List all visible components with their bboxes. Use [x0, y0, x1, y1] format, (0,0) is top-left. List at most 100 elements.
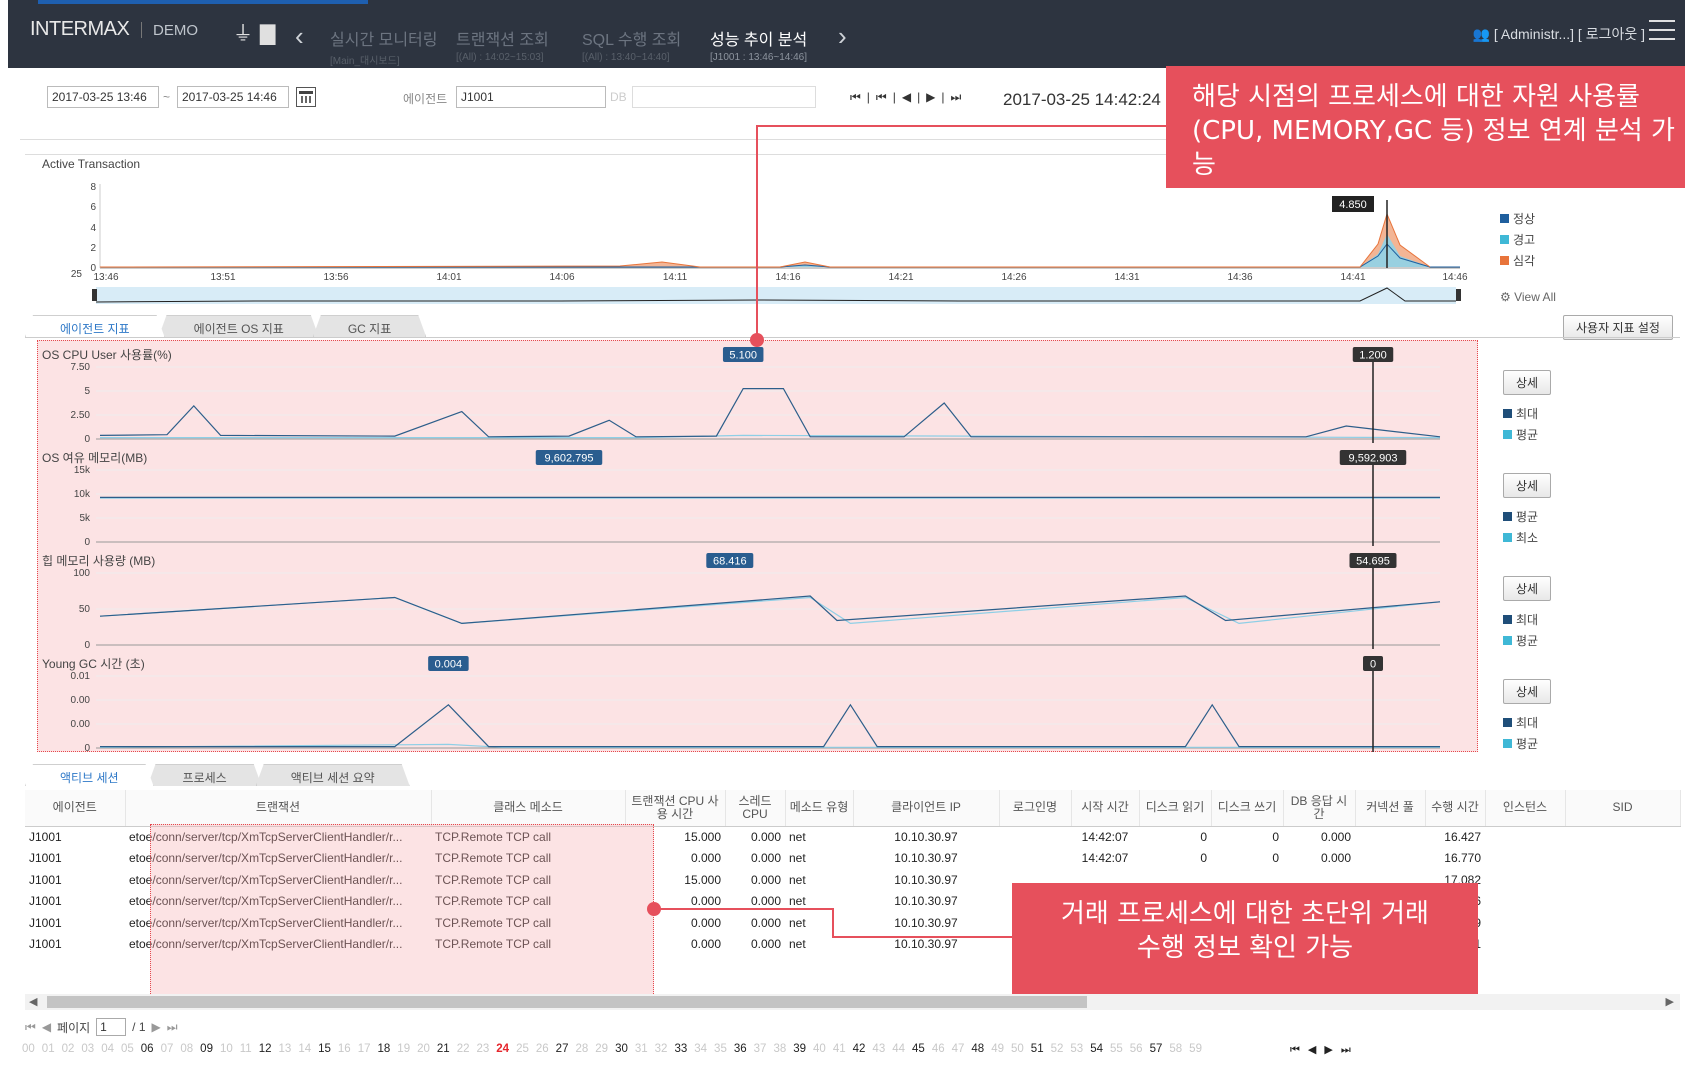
column-header[interactable]: 클래스 메소드	[431, 790, 626, 827]
to-date-input[interactable]	[177, 86, 289, 108]
minute-item[interactable]: 20	[417, 1043, 430, 1055]
minute-item[interactable]: 03	[81, 1043, 94, 1055]
minute-item[interactable]: 44	[892, 1043, 905, 1055]
minute-item[interactable]: 54	[1090, 1043, 1103, 1055]
minute-item[interactable]: 22	[457, 1043, 470, 1055]
minute-item[interactable]: 40	[813, 1043, 826, 1055]
column-header[interactable]: 메소드 유형	[785, 790, 854, 827]
nav-realtime-monitoring[interactable]: 실시간 모니터링 [Main_대시보드]	[330, 26, 438, 67]
column-header[interactable]: SID	[1565, 790, 1681, 827]
minute-item[interactable]: 24	[496, 1043, 509, 1055]
minute-item[interactable]: 42	[853, 1043, 866, 1055]
memory-detail-button[interactable]: 상세	[1503, 473, 1552, 498]
minute-item[interactable]: 07	[161, 1043, 174, 1055]
minute-item[interactable]: 01	[42, 1043, 55, 1055]
minute-item[interactable]: 58	[1169, 1043, 1182, 1055]
next-page-icon[interactable]: ▶	[152, 1020, 161, 1034]
column-header[interactable]: 트랜잭션 CPU 사용 시간	[625, 790, 726, 827]
metric-chart-2[interactable]: 힙 메모리 사용량 (MB)100 50 0 68.416 54.695	[40, 553, 1480, 653]
minute-item[interactable]: 27	[556, 1043, 569, 1055]
minute-item[interactable]: 52	[1051, 1043, 1064, 1055]
minute-item[interactable]: 39	[793, 1043, 806, 1055]
agent-input[interactable]	[456, 86, 606, 108]
nav-sql-search[interactable]: SQL 수행 조회 [(All) : 13:40~14:40]	[582, 26, 681, 63]
column-header[interactable]: 수행 시간	[1425, 790, 1486, 827]
page-input[interactable]	[96, 1018, 127, 1036]
heap-detail-button[interactable]: 상세	[1503, 576, 1552, 601]
column-header[interactable]: 디스크 읽기	[1139, 790, 1212, 827]
minute-item[interactable]: 28	[575, 1043, 588, 1055]
minute-item[interactable]: 46	[932, 1043, 945, 1055]
prev-page-icon[interactable]: ◀	[42, 1020, 51, 1034]
minute-item[interactable]: 00	[22, 1043, 35, 1055]
minute-item[interactable]: 08	[180, 1043, 193, 1055]
active-transaction-chart[interactable]: 8 6 4 2 0 4.850 25 13:46 13:51 13:56 14:…	[60, 170, 1480, 310]
minute-item[interactable]: 38	[773, 1043, 786, 1055]
last-page-icon[interactable]: ⏭	[167, 1020, 178, 1035]
minute-item[interactable]: 21	[437, 1043, 450, 1055]
minute-item[interactable]: 47	[952, 1043, 965, 1055]
playback-controls[interactable]: ⏮|⏮|◀|▶|⏭	[850, 90, 967, 105]
plug-icon[interactable]: ⏚	[233, 24, 253, 44]
column-header[interactable]: 시작 시간	[1071, 790, 1140, 827]
from-date-input[interactable]	[47, 86, 159, 108]
db-input[interactable]	[632, 86, 816, 108]
metric-chart-3[interactable]: Young GC 시간 (초)0.01 0.00 0.00 0 0.004 0	[40, 656, 1480, 756]
minute-item[interactable]: 15	[318, 1043, 331, 1055]
column-header[interactable]: 스레드 CPU	[725, 790, 786, 827]
column-header[interactable]: 트랜잭션	[125, 790, 432, 827]
minute-item[interactable]: 45	[912, 1043, 925, 1055]
minute-item[interactable]: 37	[754, 1043, 767, 1055]
minute-item[interactable]: 34	[694, 1043, 707, 1055]
minute-item[interactable]: 10	[220, 1043, 233, 1055]
minute-item[interactable]: 35	[714, 1043, 727, 1055]
tab-agent-os-metrics[interactable]: 에이전트 OS 지표	[159, 315, 319, 337]
minute-item[interactable]: 57	[1150, 1043, 1163, 1055]
nav-next-arrow[interactable]: ›	[838, 23, 847, 49]
minute-item[interactable]: 41	[833, 1043, 846, 1055]
tab-gc-metrics[interactable]: GC 지표	[313, 315, 426, 337]
minute-item[interactable]: 56	[1130, 1043, 1143, 1055]
minute-item[interactable]: 05	[121, 1043, 134, 1055]
minute-item[interactable]: 51	[1031, 1043, 1044, 1055]
minute-item[interactable]: 14	[298, 1043, 311, 1055]
minute-item[interactable]: 23	[476, 1043, 489, 1055]
minute-item[interactable]: 11	[240, 1043, 252, 1055]
minute-item[interactable]: 30	[615, 1043, 628, 1055]
minute-item[interactable]: 50	[1011, 1043, 1024, 1055]
view-all-link[interactable]: ⚙ View All	[1500, 290, 1556, 304]
nav-transaction-search[interactable]: 트랜잭션 조회 [(All) : 14:02~15:03]	[456, 26, 549, 63]
minute-item[interactable]: 13	[279, 1043, 292, 1055]
column-header[interactable]: 커넥션 풀	[1355, 790, 1426, 827]
metric-chart-1[interactable]: OS 여유 메모리(MB)15k 10k 5k 0 9,602.795 9,592.903	[40, 450, 1480, 550]
gc-detail-button[interactable]: 상세	[1503, 679, 1552, 704]
tab-active-session[interactable]: 액티브 세션	[25, 764, 154, 786]
minute-item[interactable]: 29	[595, 1043, 608, 1055]
minute-item[interactable]: 59	[1189, 1043, 1202, 1055]
minute-item[interactable]: 49	[991, 1043, 1004, 1055]
minute-item[interactable]: 48	[971, 1043, 984, 1055]
minute-item[interactable]: 19	[397, 1043, 410, 1055]
metric-chart-0[interactable]: OS CPU User 사용률(%)7.50 5 2.50 0 5.100 1.200	[40, 347, 1480, 447]
document-icon[interactable]: ▇	[260, 24, 275, 44]
minute-item[interactable]: 43	[872, 1043, 885, 1055]
minute-item[interactable]: 18	[378, 1043, 391, 1055]
user-area[interactable]: 👥 [ Administr...] [ 로그아웃 ]	[1473, 24, 1645, 44]
calendar-icon[interactable]	[296, 87, 316, 107]
minute-item[interactable]: 36	[734, 1043, 747, 1055]
minute-item[interactable]: 12	[259, 1043, 272, 1055]
minute-item[interactable]: 09	[200, 1043, 213, 1055]
column-header[interactable]: 클라이언트 IP	[853, 790, 1000, 827]
column-header[interactable]: DB 응답 시간	[1283, 790, 1356, 827]
column-header[interactable]: 인스턴스	[1485, 790, 1566, 827]
tab-agent-metrics[interactable]: 에이전트 지표	[25, 315, 165, 337]
minute-item[interactable]: 33	[674, 1043, 687, 1055]
tab-process[interactable]: 프로세스	[148, 764, 262, 786]
minute-item[interactable]: 17	[358, 1043, 371, 1055]
cpu-detail-button[interactable]: 상세	[1503, 370, 1552, 395]
minute-item[interactable]: 06	[141, 1043, 154, 1055]
column-header[interactable]: 디스크 쓰기	[1211, 790, 1284, 827]
minute-nav-controls[interactable]: ⏮◀▶⏭	[1290, 1043, 1359, 1057]
minute-item[interactable]: 32	[655, 1043, 668, 1055]
first-page-icon[interactable]: ⏮	[25, 1020, 36, 1035]
